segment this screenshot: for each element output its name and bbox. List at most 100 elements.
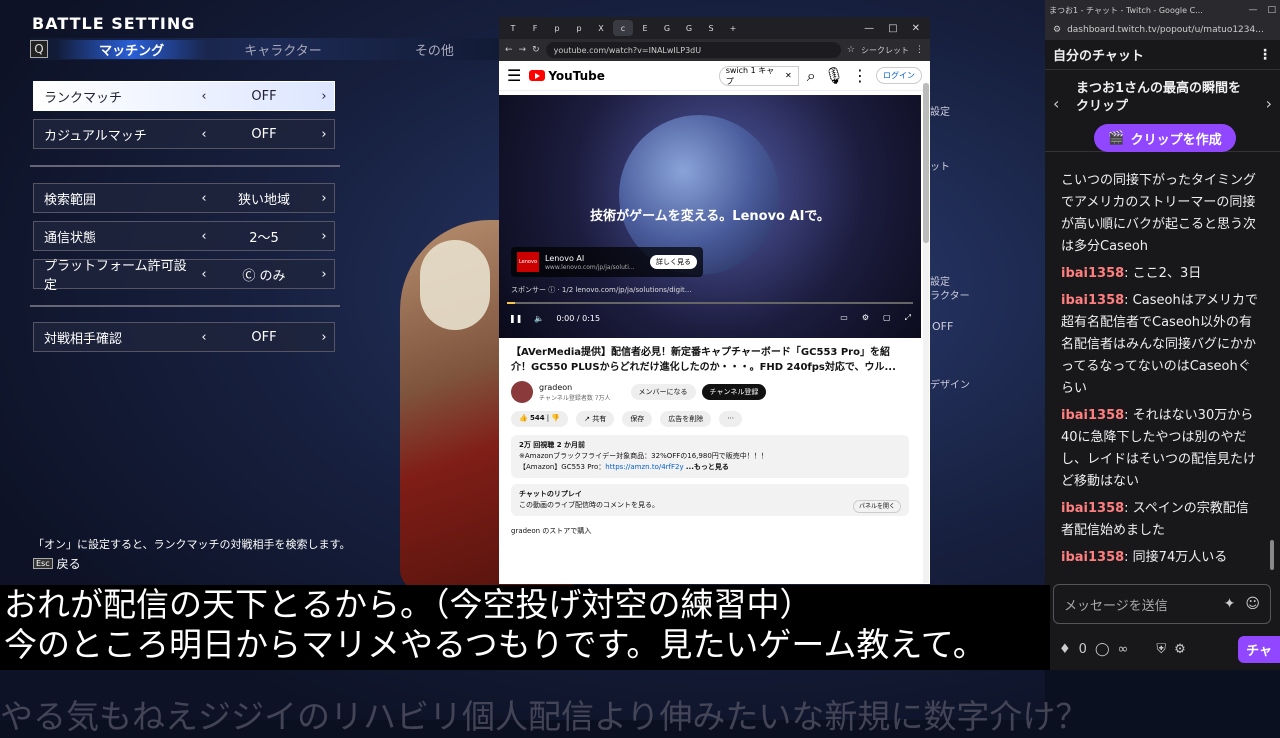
arrow-right-icon[interactable]: › xyxy=(314,229,334,244)
back-arrow-icon[interactable]: ← xyxy=(505,45,513,55)
browser-tab[interactable]: E xyxy=(635,20,655,36)
settings-icon[interactable]: ⚙ xyxy=(862,313,869,323)
setting-row-opponent-confirm[interactable]: 対戦相手確認 ‹ OFF › xyxy=(33,322,335,352)
new-tab-icon[interactable]: + xyxy=(723,20,743,36)
arrow-left-icon[interactable]: ‹ xyxy=(194,330,214,345)
setting-label: カジュアルマッチ xyxy=(44,128,147,144)
browser-tab[interactable]: S xyxy=(701,20,721,36)
arrow-left-icon[interactable]: ‹ xyxy=(194,127,214,142)
arrow-left-icon[interactable]: ‹ xyxy=(194,229,214,244)
url-field[interactable]: youtube.com/watch?v=INALwILP3dU xyxy=(545,42,841,58)
browser-tab[interactable]: G xyxy=(679,20,699,36)
arrow-left-icon[interactable]: ‹ xyxy=(194,191,214,206)
share-button[interactable]: ↗ 共有 xyxy=(576,411,615,427)
chevron-left-icon[interactable]: ‹ xyxy=(1053,94,1059,113)
setting-value: OFF xyxy=(251,329,277,345)
theater-icon[interactable]: ▢ xyxy=(883,313,891,323)
login-button[interactable]: ログイン xyxy=(876,67,922,84)
subtitle-box: おれが配信の天下とるから。（今空投げ対空の練習中） 今のところ明日からマリメやる… xyxy=(0,585,1050,670)
browser-scrollbar[interactable] xyxy=(923,83,929,583)
ad-card[interactable]: Lenovo Lenovo AI www.lenovo.com/jp/ja/sol… xyxy=(511,247,703,277)
chevron-right-icon[interactable]: › xyxy=(1266,94,1272,113)
tune-icon[interactable]: ⚙ xyxy=(1053,25,1061,35)
close-icon[interactable]: ✕ xyxy=(912,23,920,34)
infinity-label: ∞ xyxy=(1117,642,1129,657)
channel-points-icon[interactable]: ◯ xyxy=(1095,642,1110,657)
browser-tab[interactable]: F xyxy=(525,20,545,36)
reload-icon[interactable]: ↻ xyxy=(532,45,540,55)
youtube-logo[interactable]: YouTube xyxy=(529,69,605,83)
setting-row-search-range[interactable]: 検索範囲 ‹ 狭い地域 › xyxy=(33,183,335,213)
chat-send-button[interactable]: チャ xyxy=(1238,636,1280,663)
create-clip-button[interactable]: 🎬 クリップを作成 xyxy=(1094,124,1236,152)
menu-icon[interactable]: ⋮ xyxy=(915,45,924,55)
browser-tab-active[interactable]: c xyxy=(613,20,633,36)
channel-row: gradeon チャンネル登録者数 7万人 メンバーになる チャンネル登録 xyxy=(511,381,909,403)
arrow-left-icon[interactable]: ‹ xyxy=(194,267,214,282)
mic-icon[interactable]: 🎙 xyxy=(824,66,844,85)
setting-label: 対戦相手確認 xyxy=(44,331,123,347)
tab-character[interactable]: キャラクター xyxy=(207,40,358,59)
open-panel-button[interactable]: パネルを開く xyxy=(852,500,901,513)
browser-tab[interactable]: p xyxy=(569,20,589,36)
browser-tab[interactable]: T xyxy=(503,20,523,36)
hamburger-icon[interactable]: ☰ xyxy=(507,66,521,85)
shield-icon[interactable]: ⛨ xyxy=(1156,642,1166,657)
divider xyxy=(30,305,340,307)
arrow-right-icon[interactable]: › xyxy=(314,127,334,142)
video-player[interactable]: 技術がゲームを変える。Lenovo AIで。 Lenovo Lenovo AI w… xyxy=(499,95,921,338)
captions-icon[interactable]: ▭ xyxy=(840,313,848,323)
star-icon[interactable]: ☆ xyxy=(847,45,855,55)
clear-icon[interactable]: ✕ xyxy=(785,71,792,80)
maximize-icon[interactable]: □ xyxy=(888,23,897,34)
points-icon[interactable]: ♦ xyxy=(1059,642,1071,657)
browser-tab[interactable]: G xyxy=(657,20,677,36)
like-button[interactable]: 👍 544 | 👎 xyxy=(511,411,569,427)
video-progress-bar[interactable] xyxy=(507,302,913,304)
settings-icon[interactable]: ⚙ xyxy=(1174,642,1186,657)
maximize-icon[interactable]: □ xyxy=(1267,5,1276,15)
ad-url: www.lenovo.com/jp/ja/soluti... xyxy=(545,263,635,271)
chat-messages: こいつの同接下がったタイミングでアメリカのストリーマーの同接が高い順にバクが起こ… xyxy=(1061,170,1261,574)
subscribe-button[interactable]: チャンネル登録 xyxy=(701,384,767,400)
arrow-right-icon[interactable]: › xyxy=(314,267,334,282)
chat-input[interactable]: メッセージを送信 ✦ ☺ xyxy=(1053,584,1271,624)
youtube-search-input[interactable]: swich 1 キャプ ✕ xyxy=(718,65,799,86)
video-overlay-text: 技術がゲームを変える。Lenovo AIで。 xyxy=(590,209,830,224)
video-description[interactable]: 2万 回視聴 2 か月前 ※Amazonブラックフライデー対象商品：32%OFF… xyxy=(511,435,909,478)
setting-row-connection[interactable]: 通信状態 ‹ 2～5 › xyxy=(33,221,335,251)
browser-tab[interactable]: X xyxy=(591,20,611,36)
more-actions-icon[interactable]: ⋯ xyxy=(719,411,743,427)
browser-tab[interactable]: p xyxy=(547,20,567,36)
minimize-icon[interactable]: — xyxy=(864,23,874,34)
setting-row-casual-match[interactable]: カジュアルマッチ ‹ OFF › xyxy=(33,119,335,149)
amazon-link[interactable]: https://amzn.to/4rfF2y xyxy=(605,463,683,471)
chat-scrollbar[interactable] xyxy=(1270,170,1274,570)
forward-arrow-icon[interactable]: → xyxy=(519,45,527,55)
arrow-right-icon[interactable]: › xyxy=(314,330,334,345)
emote-icon[interactable]: ☺ xyxy=(1245,596,1260,612)
back-button[interactable]: Esc 戻る xyxy=(33,555,81,572)
bits-icon[interactable]: ✦ xyxy=(1224,596,1236,612)
tab-matching[interactable]: マッチング xyxy=(56,39,208,59)
tab-other[interactable]: その他 xyxy=(359,40,510,59)
volume-icon[interactable]: 🔈 xyxy=(534,314,544,323)
fullscreen-icon[interactable]: ⤢ xyxy=(905,313,911,323)
setting-row-platform[interactable]: プラットフォーム許可設定 ‹ Ⓒ のみ › xyxy=(33,259,335,293)
incognito-label: シークレット xyxy=(861,45,909,55)
member-button[interactable]: メンバーになる xyxy=(630,384,696,400)
setting-row-ranked-match[interactable]: ランクマッチ ‹ OFF › xyxy=(33,81,335,111)
arrow-right-icon[interactable]: › xyxy=(314,89,334,104)
more-icon[interactable]: ⋮ xyxy=(1258,47,1272,63)
search-icon[interactable]: ⌕ xyxy=(807,66,816,86)
arrow-left-icon[interactable]: ‹ xyxy=(194,89,214,104)
remove-ad-button[interactable]: 広告を削除 xyxy=(660,411,712,427)
minimize-icon[interactable]: — xyxy=(1248,5,1257,15)
save-button[interactable]: 保存 xyxy=(622,411,653,427)
channel-avatar[interactable] xyxy=(511,381,533,403)
pause-icon[interactable]: ❚❚ xyxy=(509,314,522,323)
ad-learn-more-button[interactable]: 詳しく見る xyxy=(650,255,697,269)
channel-name[interactable]: gradeon xyxy=(539,383,611,393)
arrow-right-icon[interactable]: › xyxy=(314,191,334,206)
more-icon[interactable]: ⋮ xyxy=(852,66,868,85)
